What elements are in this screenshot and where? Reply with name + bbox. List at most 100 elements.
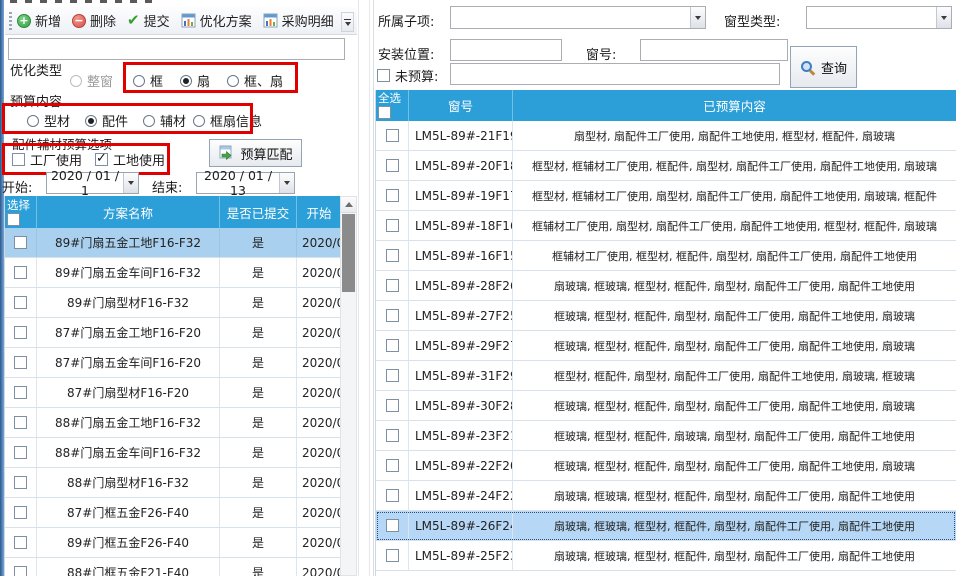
- window-row-checkbox[interactable]: [386, 519, 399, 532]
- optimize-plan-button[interactable]: 优化方案: [181, 11, 252, 30]
- window-row-checkbox[interactable]: [386, 369, 399, 382]
- submit-button[interactable]: ✔ 提交: [127, 11, 170, 30]
- plan-submitted-cell: 是: [220, 558, 297, 576]
- window-table-row[interactable]: LM5L-89#-16F15框辅材工厂使用, 框型材, 框配件, 扇型材, 扇配…: [376, 241, 956, 271]
- window-table-row[interactable]: LM5L-89#-22F20框玻璃, 框型材, 框配件, 扇型材, 扇配件工厂使…: [376, 451, 956, 481]
- window-row-checkbox[interactable]: [386, 339, 399, 352]
- checkbox-site-use[interactable]: 工地使用: [95, 150, 165, 169]
- window-row-checkbox[interactable]: [386, 549, 399, 562]
- plan-table-row[interactable]: 89#门扇五金工地F16-F32是2020/0: [5, 228, 340, 258]
- window-no-column-header[interactable]: 窗号: [409, 90, 513, 121]
- window-type-select[interactable]: [806, 6, 952, 29]
- scrollbar-thumb[interactable]: [342, 214, 355, 292]
- plan-row-checkbox[interactable]: [14, 356, 27, 369]
- window-row-checkbox[interactable]: [386, 129, 399, 142]
- plan-table-row[interactable]: 89#门框五金F26-F40是2020/0: [5, 528, 340, 558]
- radio-auxiliary[interactable]: 辅材: [143, 111, 186, 130]
- toolbar-overflow-button[interactable]: [341, 12, 354, 32]
- plan-table-row[interactable]: 87#门扇型材F16-F20是2020/0: [5, 378, 340, 408]
- no-budget-checkbox[interactable]: 未预算:: [377, 66, 438, 85]
- plan-table-scrollbar[interactable]: [340, 196, 357, 576]
- delete-button[interactable]: − 删除: [72, 11, 116, 30]
- window-table-row[interactable]: LM5L-89#-30F28框玻璃, 框型材, 框配件, 扇型材, 扇配件工厂使…: [376, 391, 956, 421]
- plan-row-checkbox[interactable]: [14, 266, 27, 279]
- install-pos-input[interactable]: [450, 39, 562, 61]
- window-row-checkbox[interactable]: [386, 309, 399, 322]
- plan-select-column-header[interactable]: 选择: [5, 196, 37, 228]
- select-all-column-header[interactable]: 全选: [376, 90, 409, 121]
- window-row-checkbox[interactable]: [386, 189, 399, 202]
- select-all-windows-checkbox[interactable]: [378, 106, 391, 119]
- checkbox-factory-use[interactable]: 工厂使用: [12, 150, 82, 169]
- window-table-row[interactable]: LM5L-89#-24F22扇玻璃, 框玻璃, 框型材, 框配件, 扇型材, 扇…: [376, 481, 956, 511]
- radio-profile[interactable]: 型材: [27, 111, 70, 130]
- window-row-checkbox[interactable]: [386, 279, 399, 292]
- sub-item-select[interactable]: [450, 6, 706, 29]
- plan-row-checkbox[interactable]: [14, 416, 27, 429]
- panel-splitter[interactable]: [358, 0, 374, 576]
- select-all-plans-checkbox[interactable]: [7, 213, 20, 226]
- window-no-input[interactable]: [640, 39, 788, 61]
- plan-table-row[interactable]: 87#门框五金F26-F40是2020/0: [5, 498, 340, 528]
- scroll-up-button[interactable]: [341, 197, 356, 213]
- plan-row-checkbox[interactable]: [14, 476, 27, 489]
- budgeted-content-column-header[interactable]: 已预算内容: [513, 90, 956, 121]
- purchase-detail-button[interactable]: 采购明细: [263, 11, 347, 30]
- window-row-checkbox[interactable]: [386, 489, 399, 502]
- window-table-row[interactable]: LM5L-89#-19F17框型材, 框辅材工厂使用, 扇型材, 扇配件工厂使用…: [376, 181, 956, 211]
- plan-table-row[interactable]: 88#门扇型材F16-F32是2020/0: [5, 468, 340, 498]
- window-table-row[interactable]: LM5L-89#-18F16框辅材工厂使用, 扇型材, 扇配件工厂使用, 扇配件…: [376, 211, 956, 241]
- start-date-picker[interactable]: 2020 / 01 / 1: [46, 172, 139, 194]
- plan-start-column-header[interactable]: 开始: [297, 196, 340, 228]
- plan-filter-input[interactable]: [8, 38, 345, 60]
- radio-frame[interactable]: 框: [133, 71, 163, 90]
- window-row-checkbox[interactable]: [386, 459, 399, 472]
- window-table-row[interactable]: LM5L-89#-31F29框型材, 框配件, 扇型材, 扇配件工厂使用, 扇配…: [376, 361, 956, 391]
- window-row-checkbox[interactable]: [386, 399, 399, 412]
- window-table-row[interactable]: LM5L-89#-20F18框型材, 框辅材工厂使用, 框配件, 扇型材, 扇配…: [376, 151, 956, 181]
- window-row-checkbox[interactable]: [386, 429, 399, 442]
- radio-frame-sash[interactable]: 框、扇: [227, 71, 283, 90]
- plan-name-column-header[interactable]: 方案名称: [37, 196, 220, 228]
- add-button[interactable]: + 新增: [17, 11, 61, 30]
- toolbar-grip-icon[interactable]: [9, 12, 12, 30]
- window-row-checkbox[interactable]: [386, 249, 399, 262]
- plan-row-checkbox[interactable]: [14, 536, 27, 549]
- window-table-row[interactable]: LM5L-89#-26F24扇玻璃, 框玻璃, 框型材, 框配件, 扇型材, 扇…: [376, 511, 956, 541]
- plan-row-checkbox[interactable]: [14, 236, 27, 249]
- window-table-row[interactable]: LM5L-89#-21F19扇型材, 扇配件工厂使用, 扇配件工地使用, 框型材…: [376, 121, 956, 151]
- no-budget-input[interactable]: [450, 63, 780, 85]
- window-row-checkbox[interactable]: [386, 219, 399, 232]
- window-table-row[interactable]: LM5L-89#-23F21框玻璃, 框型材, 框配件, 扇玻璃, 扇型材, 扇…: [376, 421, 956, 451]
- window-table-row[interactable]: LM5L-89#-25F23扇玻璃, 框玻璃, 框型材, 框配件, 扇型材, 扇…: [376, 541, 956, 571]
- end-date-dropdown-button[interactable]: [279, 173, 294, 193]
- radio-frame-sash-info[interactable]: 框扇信息: [193, 111, 262, 130]
- plan-row-checkbox[interactable]: [14, 296, 27, 309]
- window-type-dropdown-button[interactable]: [936, 7, 951, 28]
- plan-table-row[interactable]: 87#门扇五金工地F16-F20是2020/0: [5, 318, 340, 348]
- plan-start-cell: 2020/0: [297, 408, 340, 437]
- plan-table-row[interactable]: 87#门扇五金车间F16-F20是2020/0: [5, 348, 340, 378]
- plan-row-checkbox[interactable]: [14, 446, 27, 459]
- radio-sash[interactable]: 扇: [180, 71, 210, 90]
- start-date-dropdown-button[interactable]: [123, 173, 138, 193]
- plan-row-checkbox[interactable]: [14, 566, 27, 576]
- radio-accessory[interactable]: 配件: [85, 111, 128, 130]
- window-row-checkbox[interactable]: [386, 159, 399, 172]
- end-date-picker[interactable]: 2020 / 01 / 13: [196, 172, 295, 194]
- plan-submitted-column-header[interactable]: 是否已提交: [220, 196, 297, 228]
- budget-match-button[interactable]: 预算匹配: [209, 139, 302, 167]
- plan-table-row[interactable]: 89#门扇五金车间F16-F32是2020/0: [5, 258, 340, 288]
- window-table-row[interactable]: LM5L-89#-29F27框玻璃, 框型材, 框配件, 扇型材, 扇配件工厂使…: [376, 331, 956, 361]
- sub-item-dropdown-button[interactable]: [690, 7, 705, 28]
- query-button[interactable]: 查询: [790, 46, 857, 88]
- plan-table-row[interactable]: 88#门扇五金工地F16-F32是2020/0: [5, 408, 340, 438]
- plan-table-row[interactable]: 88#门框五金F21-F40是2020/0: [5, 558, 340, 576]
- window-table-row[interactable]: LM5L-89#-27F25框玻璃, 框型材, 框配件, 扇型材, 扇配件工厂使…: [376, 301, 956, 331]
- plan-row-checkbox[interactable]: [14, 506, 27, 519]
- plan-row-checkbox[interactable]: [14, 386, 27, 399]
- plan-table-row[interactable]: 88#门扇五金车间F16-F32是2020/0: [5, 438, 340, 468]
- window-table-row[interactable]: LM5L-89#-28F26扇玻璃, 框玻璃, 框型材, 框配件, 扇型材, 扇…: [376, 271, 956, 301]
- plan-row-checkbox[interactable]: [14, 326, 27, 339]
- plan-table-row[interactable]: 89#门扇型材F16-F32是2020/0: [5, 288, 340, 318]
